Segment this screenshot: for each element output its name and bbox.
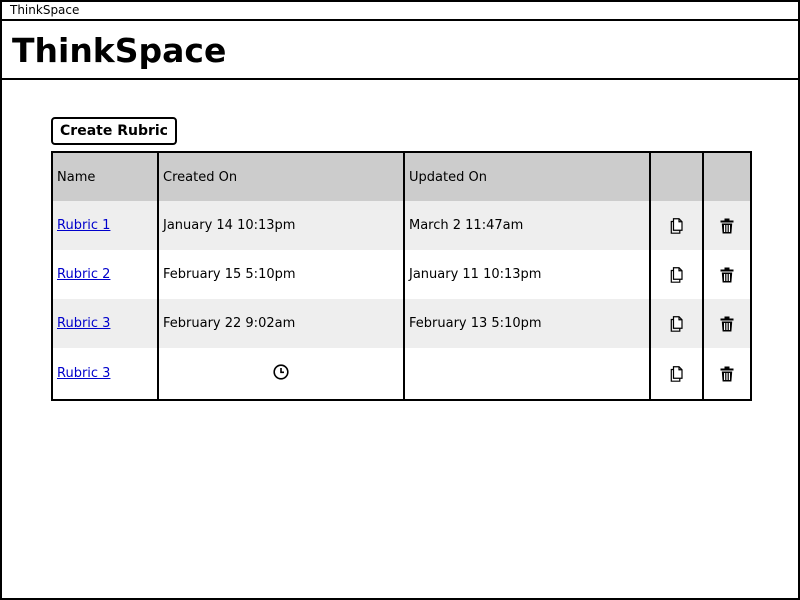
app-header: ThinkSpace bbox=[2, 21, 798, 80]
window-titlebar: ThinkSpace bbox=[2, 2, 798, 21]
column-divider bbox=[403, 153, 405, 399]
column-divider bbox=[649, 153, 651, 399]
delete-cell bbox=[704, 299, 750, 348]
app-window: ThinkSpace ThinkSpace Create Rubric Name… bbox=[0, 0, 800, 600]
updated-cell: January 11 10:13pm bbox=[409, 267, 542, 282]
updated-cell bbox=[409, 348, 647, 399]
copy-cell bbox=[651, 250, 702, 299]
name-cell: Rubric 3 bbox=[57, 299, 155, 348]
copy-icon[interactable] bbox=[667, 216, 687, 236]
created-cell: February 22 9:02am bbox=[163, 316, 296, 331]
name-cell: Rubric 3 bbox=[57, 348, 155, 399]
rubric-link[interactable]: Rubric 3 bbox=[57, 316, 110, 331]
updated-cell: March 2 11:47am bbox=[409, 218, 524, 233]
name-cell: Rubric 2 bbox=[57, 250, 155, 299]
copy-icon[interactable] bbox=[667, 265, 687, 285]
copy-icon[interactable] bbox=[667, 314, 687, 334]
page-title: ThinkSpace bbox=[12, 31, 227, 70]
column-header-delete bbox=[704, 153, 750, 201]
clock-icon bbox=[273, 363, 289, 384]
delete-cell bbox=[704, 250, 750, 299]
trash-icon[interactable] bbox=[717, 216, 737, 236]
delete-cell bbox=[704, 348, 750, 399]
trash-icon[interactable] bbox=[717, 364, 737, 384]
created-cell: February 15 5:10pm bbox=[163, 267, 296, 282]
column-header-updated: Updated On bbox=[409, 169, 487, 185]
column-header-created: Created On bbox=[163, 169, 238, 185]
trash-icon[interactable] bbox=[717, 314, 737, 334]
column-divider bbox=[157, 153, 159, 399]
delete-cell bbox=[704, 201, 750, 250]
create-rubric-button[interactable]: Create Rubric bbox=[51, 117, 177, 145]
rubric-link[interactable]: Rubric 1 bbox=[57, 218, 110, 233]
copy-cell bbox=[651, 299, 702, 348]
created-cell: January 14 10:13pm bbox=[163, 218, 296, 233]
column-header-copy bbox=[651, 153, 702, 201]
rubrics-table: Name Created On Updated On Rubric 1 Janu… bbox=[51, 151, 752, 401]
copy-cell bbox=[651, 201, 702, 250]
created-cell bbox=[159, 348, 403, 399]
updated-cell: February 13 5:10pm bbox=[409, 316, 542, 331]
rubric-link[interactable]: Rubric 3 bbox=[57, 366, 110, 381]
column-header-name: Name bbox=[57, 169, 96, 185]
window-title: ThinkSpace bbox=[10, 3, 80, 17]
column-divider bbox=[702, 153, 704, 399]
trash-icon[interactable] bbox=[717, 265, 737, 285]
rubric-link[interactable]: Rubric 2 bbox=[57, 267, 110, 282]
copy-cell bbox=[651, 348, 702, 399]
name-cell: Rubric 1 bbox=[57, 201, 155, 250]
copy-icon[interactable] bbox=[667, 364, 687, 384]
